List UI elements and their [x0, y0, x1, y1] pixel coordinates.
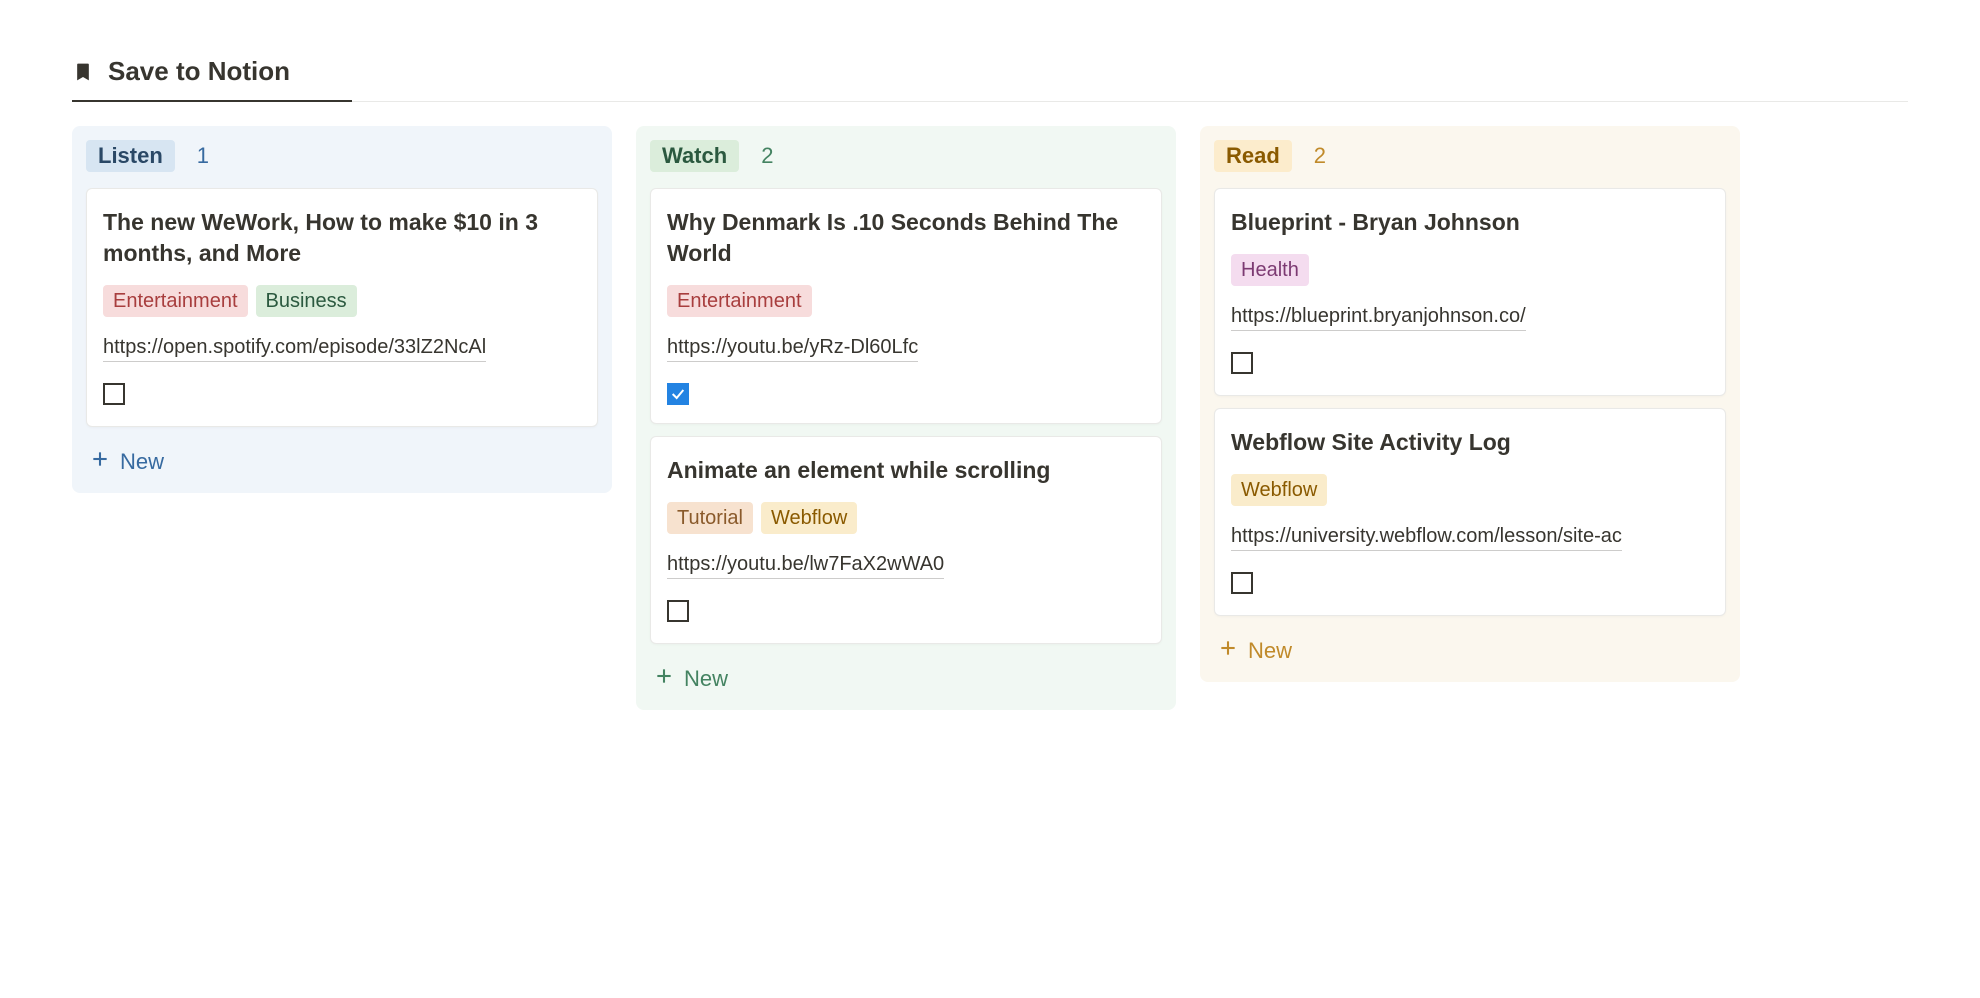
column-header-listen: Listen 1	[86, 140, 598, 172]
board: Listen 1 The new WeWork, How to make $10…	[72, 126, 1908, 710]
card-checkbox[interactable]	[667, 600, 689, 622]
column-pill-watch[interactable]: Watch	[650, 140, 739, 172]
card-title: The new WeWork, How to make $10 in 3 mon…	[103, 207, 581, 269]
new-label: New	[684, 666, 728, 692]
card-title: Blueprint - Bryan Johnson	[1231, 207, 1709, 238]
card-tags: Health	[1231, 254, 1709, 286]
column-watch: Watch 2 Why Denmark Is .10 Seconds Behin…	[636, 126, 1176, 710]
page-root: Save to Notion Listen 1 The new WeWork, …	[0, 0, 1980, 750]
tag-tutorial[interactable]: Tutorial	[667, 502, 753, 534]
card-url[interactable]: https://youtu.be/yRz-Dl60Lfc	[667, 333, 918, 362]
tag-entertainment[interactable]: Entertainment	[103, 285, 248, 317]
column-count-listen: 1	[197, 143, 209, 169]
column-pill-listen[interactable]: Listen	[86, 140, 175, 172]
column-read: Read 2 Blueprint - Bryan Johnson Health …	[1200, 126, 1740, 682]
column-header-read: Read 2	[1214, 140, 1726, 172]
card-title: Why Denmark Is .10 Seconds Behind The Wo…	[667, 207, 1145, 269]
card-tags: Entertainment Business	[103, 285, 581, 317]
card-url[interactable]: https://university.webflow.com/lesson/si…	[1231, 522, 1622, 551]
new-button-read[interactable]: New	[1214, 628, 1726, 668]
card-checkbox[interactable]	[1231, 352, 1253, 374]
tag-webflow[interactable]: Webflow	[761, 502, 857, 534]
card-url[interactable]: https://open.spotify.com/episode/33lZ2Nc…	[103, 333, 486, 362]
card[interactable]: Why Denmark Is .10 Seconds Behind The Wo…	[650, 188, 1162, 424]
bookmark-icon	[72, 59, 94, 85]
card-checkbox[interactable]	[667, 383, 689, 405]
card-tags: Webflow	[1231, 474, 1709, 506]
card[interactable]: Blueprint - Bryan Johnson Health https:/…	[1214, 188, 1726, 396]
column-listen: Listen 1 The new WeWork, How to make $10…	[72, 126, 612, 493]
card-title: Webflow Site Activity Log	[1231, 427, 1709, 458]
card-title: Animate an element while scrolling	[667, 455, 1145, 486]
column-count-read: 2	[1314, 143, 1326, 169]
card-tags: Tutorial Webflow	[667, 502, 1145, 534]
card-tags: Entertainment	[667, 285, 1145, 317]
plus-icon	[654, 666, 674, 692]
plus-icon	[90, 449, 110, 475]
tag-health[interactable]: Health	[1231, 254, 1309, 286]
new-label: New	[1248, 638, 1292, 664]
card-url[interactable]: https://blueprint.bryanjohnson.co/	[1231, 302, 1526, 331]
tag-entertainment[interactable]: Entertainment	[667, 285, 812, 317]
card-checkbox[interactable]	[1231, 572, 1253, 594]
page-title: Save to Notion	[108, 56, 290, 87]
card[interactable]: Webflow Site Activity Log Webflow https:…	[1214, 408, 1726, 616]
new-button-listen[interactable]: New	[86, 439, 598, 479]
column-count-watch: 2	[761, 143, 773, 169]
new-label: New	[120, 449, 164, 475]
column-header-watch: Watch 2	[650, 140, 1162, 172]
card[interactable]: The new WeWork, How to make $10 in 3 mon…	[86, 188, 598, 427]
new-button-watch[interactable]: New	[650, 656, 1162, 696]
card-checkbox[interactable]	[103, 383, 125, 405]
card[interactable]: Animate an element while scrolling Tutor…	[650, 436, 1162, 644]
page-header: Save to Notion	[72, 56, 1908, 102]
tag-business[interactable]: Business	[256, 285, 357, 317]
column-pill-read[interactable]: Read	[1214, 140, 1292, 172]
plus-icon	[1218, 638, 1238, 664]
tag-webflow[interactable]: Webflow	[1231, 474, 1327, 506]
card-url[interactable]: https://youtu.be/lw7FaX2wWA0	[667, 550, 944, 579]
